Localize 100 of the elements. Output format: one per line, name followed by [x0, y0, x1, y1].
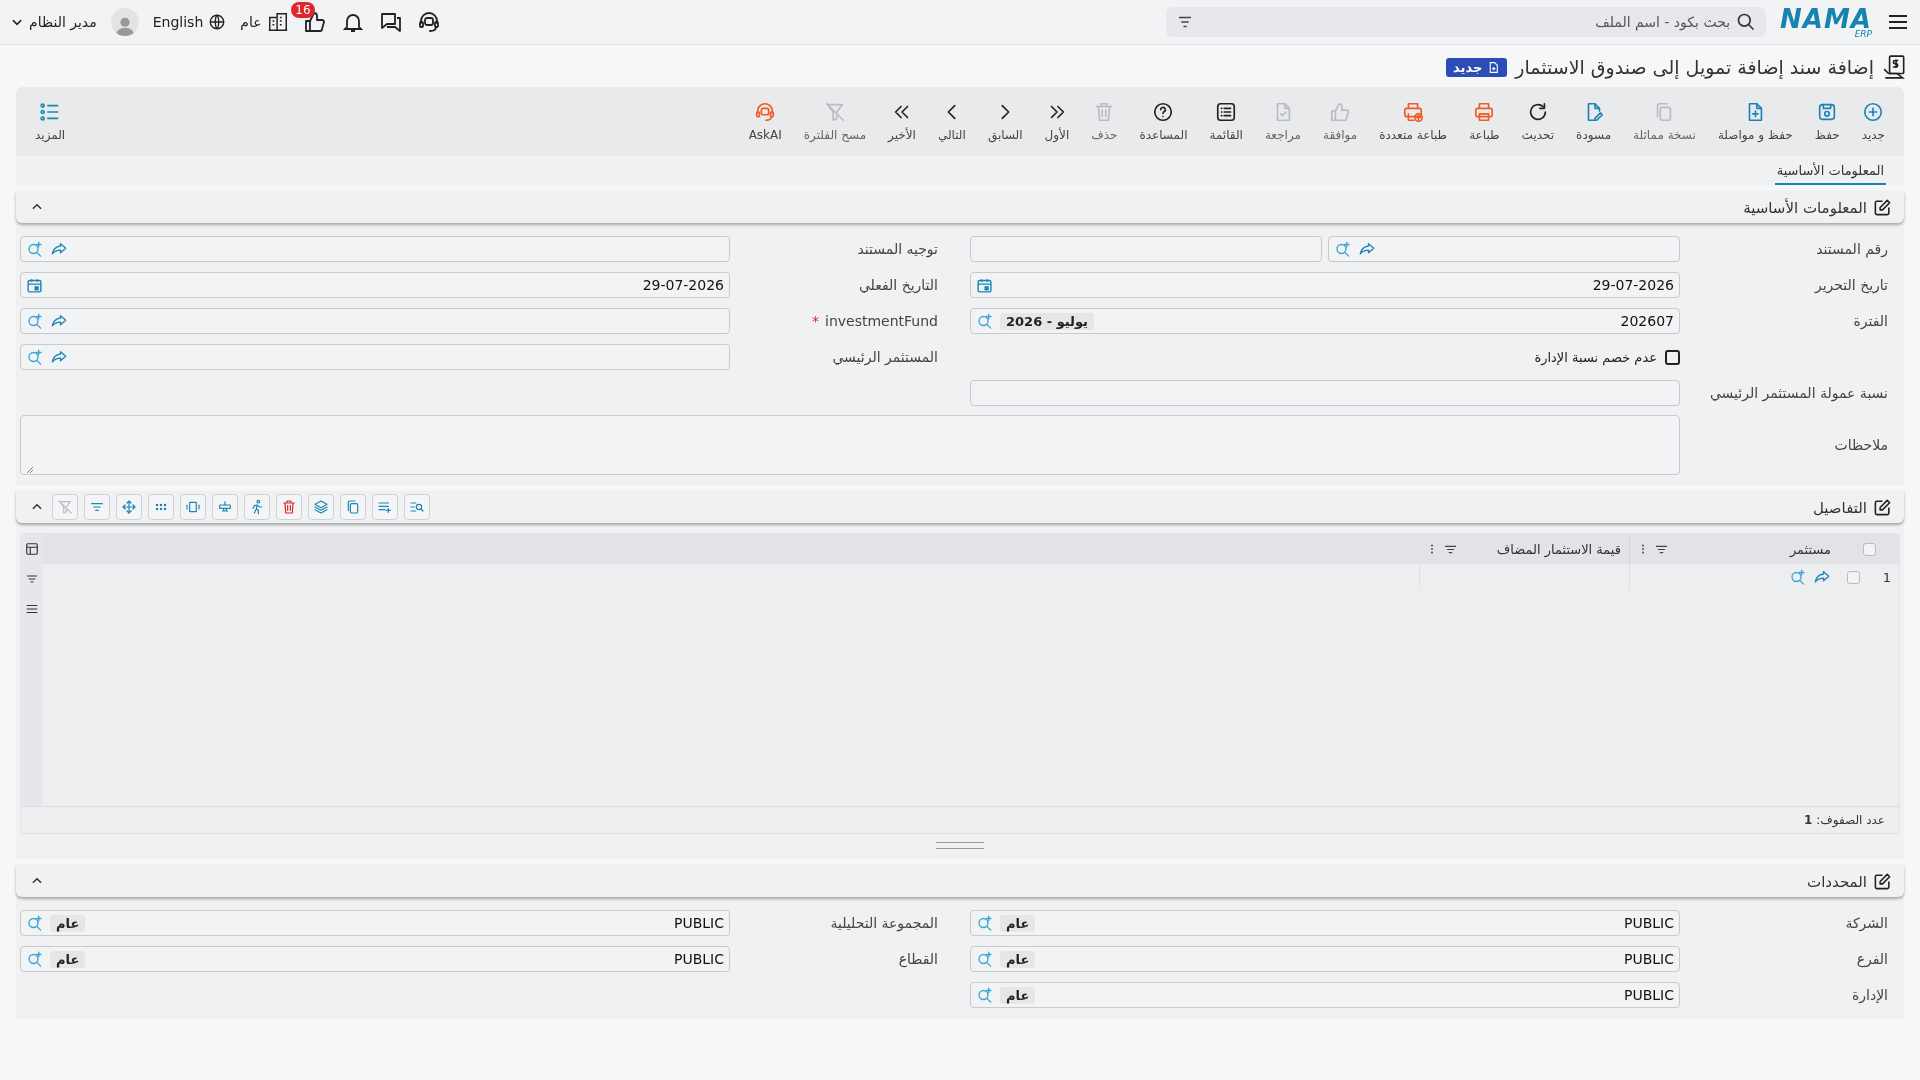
toolbar-button[interactable]: طباعة متعددة [1368, 101, 1459, 142]
lookup-field[interactable] [20, 236, 730, 262]
branch-selector[interactable]: عام [240, 11, 289, 33]
required-mark: * [812, 313, 819, 329]
tool-button[interactable] [212, 494, 238, 520]
avatar[interactable] [110, 8, 139, 36]
input-field[interactable] [970, 380, 1680, 406]
section-title: المعلومات الأساسية [1743, 197, 1867, 217]
search-field[interactable]: بحث بكود - اسم الملف [1166, 7, 1767, 37]
search-plus-icon[interactable] [26, 240, 44, 258]
resize-grip[interactable] [936, 842, 984, 849]
tool-button[interactable] [84, 494, 110, 520]
tool-button[interactable] [148, 494, 174, 520]
field-label: رقم المستند [1816, 241, 1888, 257]
file-plus-icon [1487, 60, 1501, 74]
insert-row-icon [217, 499, 233, 515]
lookup-field[interactable] [20, 308, 730, 334]
toolbar-button[interactable]: طباعة [1458, 101, 1511, 142]
search-plus-icon[interactable] [976, 914, 994, 932]
thumbs-up-icon [1329, 101, 1352, 123]
printer-plus-icon [1402, 101, 1425, 123]
select-all-checkbox[interactable] [1862, 542, 1876, 556]
checkbox[interactable] [1665, 349, 1680, 365]
calendar-icon[interactable] [976, 276, 993, 294]
list-plus-icon [377, 499, 393, 515]
search-plus-icon[interactable] [976, 986, 994, 1004]
share-arrow-icon[interactable] [50, 348, 68, 366]
fit-icon [185, 499, 201, 515]
search-plus-icon[interactable] [1334, 240, 1352, 258]
tool-button[interactable] [372, 494, 398, 520]
field-label: الإدارة [1851, 987, 1888, 1003]
field-label: ملاحظات [1834, 437, 1888, 453]
search-plus-icon[interactable] [976, 312, 994, 330]
field-label: التاريخ الفعلي [858, 277, 938, 293]
input-field[interactable] [970, 236, 1322, 262]
runner-icon [249, 499, 265, 515]
toolbar-button[interactable]: مسودة [1565, 101, 1623, 142]
search-plus-icon[interactable] [26, 914, 44, 932]
value-tag: عام [50, 914, 86, 932]
column-header[interactable]: قيمة الاستثمار المضاف [1419, 534, 1629, 564]
tool-button[interactable] [340, 494, 366, 520]
chat-icon[interactable] [378, 10, 403, 34]
date-field[interactable]: 29-07-2026 [20, 272, 730, 298]
filter-off-icon [823, 101, 846, 123]
user-menu[interactable]: مدير النظام [10, 14, 97, 30]
field-label: توجيه المستند [857, 241, 938, 257]
value-tag: عام [1000, 950, 1036, 968]
toolbar-button[interactable]: حفظ و مواصلة [1706, 101, 1804, 142]
search-plus-icon[interactable] [976, 950, 994, 968]
logo-subtitle: ERP [1854, 29, 1872, 39]
tool-button[interactable] [116, 494, 142, 520]
search-plus-icon[interactable] [26, 312, 44, 330]
lookup-field[interactable] [20, 344, 730, 370]
share-arrow-icon[interactable] [50, 312, 68, 330]
search-plus-icon[interactable] [26, 348, 44, 366]
tool-button[interactable] [180, 494, 206, 520]
printer-icon [1473, 101, 1496, 123]
calendar-icon[interactable] [26, 276, 43, 294]
page-title: إضافة سند إضافة تمويل إلى صندوق الاستثمار [1515, 56, 1874, 78]
more-button[interactable]: المزيد [24, 101, 77, 142]
building-icon [266, 11, 289, 33]
filter-off-icon [57, 499, 73, 515]
copy-icon [345, 499, 361, 515]
toolbar-button[interactable]: الأخير [877, 101, 927, 142]
search-plus-icon[interactable] [1789, 568, 1807, 586]
toolbar-button[interactable]: السابق [976, 101, 1034, 142]
toolbar-button[interactable]: القائمة [1198, 101, 1254, 142]
lookup-field[interactable] [1328, 236, 1680, 262]
toolbar-button[interactable]: جديد [1850, 101, 1896, 142]
headset-icon [416, 10, 441, 34]
value-tag: عام [50, 950, 86, 968]
search-plus-icon[interactable] [26, 950, 44, 968]
toolbar-button[interactable]: المساعدة [1128, 101, 1199, 142]
tool-button[interactable] [308, 494, 334, 520]
toolbar-button[interactable]: AskAI [737, 101, 793, 142]
value-tag: عام [1000, 986, 1036, 1004]
toolbar-button[interactable]: التالي [926, 101, 977, 142]
toolbar-button[interactable]: حفظ [1803, 101, 1851, 142]
column-header[interactable]: مستثمر [1629, 534, 1839, 564]
tool-button[interactable] [244, 494, 270, 520]
notes-field[interactable] [20, 415, 1680, 475]
tab[interactable]: المعلومات الأساسية [1774, 160, 1886, 185]
section-title: التفاصيل [1812, 497, 1867, 517]
tool-button[interactable] [404, 494, 430, 520]
value-tag: يوليو - 2026 [1000, 312, 1094, 330]
filter-icon [25, 572, 39, 586]
toolbar-button[interactable]: الأول [1033, 101, 1081, 142]
share-arrow-icon[interactable] [1813, 568, 1831, 586]
menu-icon[interactable] [25, 602, 39, 616]
share-arrow-icon[interactable] [50, 240, 68, 258]
toolbar-button[interactable]: تحديث [1510, 101, 1566, 142]
share-arrow-icon[interactable] [1358, 240, 1376, 258]
date-field[interactable]: 29-07-2026 [970, 272, 1680, 298]
edit-icon [1873, 497, 1892, 517]
row-checkbox[interactable] [1847, 570, 1860, 584]
field-label: نسبة عمولة المستثمر الرئيسي [1709, 385, 1888, 401]
help-icon [1152, 101, 1175, 123]
table-icon[interactable] [25, 542, 39, 556]
tool-button[interactable] [276, 494, 302, 520]
language-selector[interactable]: English [152, 13, 227, 31]
